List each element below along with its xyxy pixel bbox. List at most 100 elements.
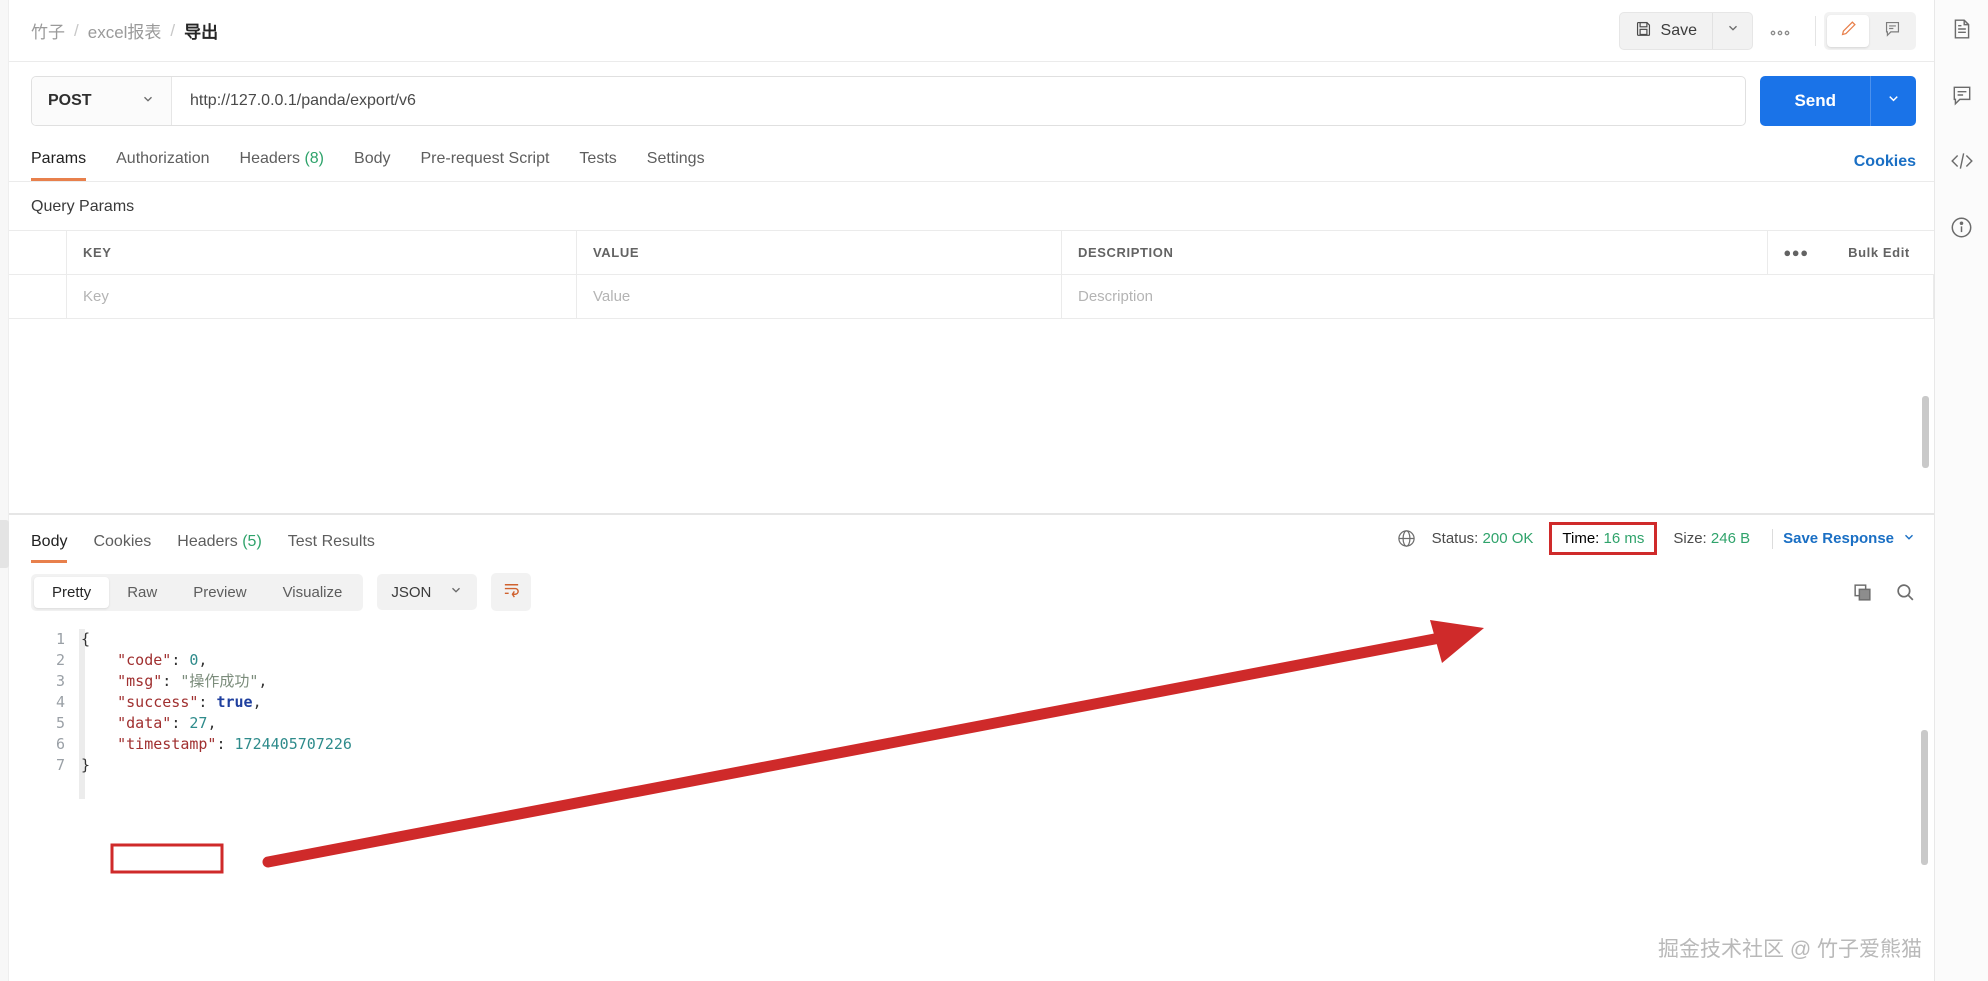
view-mode-raw[interactable]: Raw <box>109 577 175 608</box>
code-icon[interactable] <box>1947 146 1977 176</box>
tab-body-label: Body <box>354 150 391 167</box>
code-line-number: 1 <box>55 630 65 648</box>
tab-authorization[interactable]: Authorization <box>116 150 209 181</box>
comment-icon[interactable] <box>1947 80 1977 110</box>
document-icon[interactable] <box>1947 14 1977 44</box>
table-row-options-button[interactable]: ●●● <box>1768 231 1824 274</box>
table-header-key: KEY <box>67 231 577 274</box>
chevron-down-icon <box>1902 530 1916 548</box>
tab-settings[interactable]: Settings <box>647 150 705 181</box>
save-response-button[interactable]: Save Response <box>1783 530 1916 548</box>
save-button[interactable]: Save <box>1620 13 1712 49</box>
right-icon-rail <box>1934 0 1988 981</box>
edit-mode-button[interactable] <box>1827 14 1869 47</box>
tab-tests[interactable]: Tests <box>579 150 616 181</box>
sidebar-resize-grip[interactable] <box>0 520 9 568</box>
tab-pre-request-script[interactable]: Pre-request Script <box>420 150 549 181</box>
sidebar-collapse-handle[interactable] <box>0 0 9 981</box>
save-button-label: Save <box>1660 21 1697 39</box>
size-value: 246 B <box>1710 530 1751 547</box>
breadcrumb-item-collection[interactable]: excel报表 <box>88 18 162 43</box>
response-tab-headers-count: (5) <box>242 533 262 550</box>
ellipsis-icon <box>1770 21 1790 41</box>
search-icon[interactable] <box>1895 582 1916 603</box>
meta-divider <box>1772 528 1774 549</box>
more-options-button[interactable] <box>1753 12 1807 50</box>
response-tab-headers[interactable]: Headers (5) <box>177 533 262 563</box>
table-header-value: VALUE <box>577 231 1062 274</box>
comment-mode-button[interactable] <box>1871 15 1913 47</box>
send-button[interactable]: Send <box>1760 76 1870 126</box>
table-header-row: KEY VALUE DESCRIPTION ●●● Bulk Edit <box>9 231 1934 275</box>
row-value-input[interactable]: Value <box>577 275 1062 318</box>
page-scrollbar-thumb[interactable] <box>1922 396 1929 468</box>
time-label-text: Time: <box>1562 530 1600 547</box>
header-divider <box>1815 15 1816 46</box>
view-mode-pretty[interactable]: Pretty <box>34 576 110 608</box>
response-tab-cookies[interactable]: Cookies <box>93 533 151 563</box>
save-dropdown-button[interactable] <box>1712 12 1752 49</box>
code-line: } <box>81 756 91 774</box>
response-tab-headers-label: Headers <box>177 533 238 550</box>
code-lines: { "code": 0, "msg": "操作成功", "success": t… <box>81 629 1934 776</box>
breadcrumb-item-workspace[interactable]: 竹子 <box>31 18 65 43</box>
tab-params-label: Params <box>31 150 87 167</box>
table-row: Key Value Description <box>9 275 1934 319</box>
response-tab-test-results[interactable]: Test Results <box>288 533 375 563</box>
tab-authorization-label: Authorization <box>116 150 210 167</box>
response-tabs: Body Cookies Headers (5) Test Results St… <box>9 515 1934 563</box>
view-mode-visualize[interactable]: Visualize <box>265 577 361 608</box>
chevron-down-icon <box>449 583 463 601</box>
send-button-group: Send <box>1760 76 1916 126</box>
row-description-input[interactable]: Description <box>1062 275 1934 318</box>
code-line-number: 3 <box>55 672 65 690</box>
tab-headers-label: Headers <box>239 150 300 167</box>
globe-icon <box>1397 529 1420 548</box>
cookies-link[interactable]: Cookies <box>1854 153 1916 181</box>
status-label: Status: 200 OK <box>1420 530 1546 547</box>
view-toggle-group <box>1824 11 1916 50</box>
chevron-down-icon <box>1886 91 1901 111</box>
time-value: 16 ms <box>1603 530 1645 547</box>
send-dropdown-button[interactable] <box>1870 76 1916 126</box>
response-tab-body-label: Body <box>31 533 68 550</box>
code-line-number: 2 <box>55 651 65 669</box>
http-method-select[interactable]: POST <box>32 77 172 125</box>
save-button-group: Save <box>1618 11 1753 50</box>
tab-params[interactable]: Params <box>31 150 87 181</box>
row-checkbox[interactable] <box>9 275 67 318</box>
response-format-select[interactable]: JSON <box>377 574 478 610</box>
request-url-bar: POST http://127.0.0.1/panda/export/v6 Se… <box>9 62 1934 138</box>
request-tabs: Params Authorization Headers (8) Body Pr… <box>9 138 1934 182</box>
tab-tests-label: Tests <box>579 150 617 167</box>
request-url-input[interactable]: http://127.0.0.1/panda/export/v6 <box>172 77 1745 125</box>
http-method-value: POST <box>48 92 92 109</box>
view-mode-preview[interactable]: Preview <box>175 577 264 608</box>
response-tab-test-results-label: Test Results <box>287 533 375 550</box>
response-format-value: JSON <box>391 583 432 601</box>
wrap-lines-button[interactable] <box>491 573 532 611</box>
wrap-lines-icon <box>502 580 521 604</box>
tab-headers[interactable]: Headers (8) <box>240 150 325 181</box>
response-tab-cookies-label: Cookies <box>93 533 152 550</box>
copy-icon[interactable] <box>1852 582 1873 603</box>
status-label-text: Status: <box>1431 530 1479 547</box>
response-body-scrollbar-thumb[interactable] <box>1921 730 1928 865</box>
response-tab-body[interactable]: Body <box>31 533 68 563</box>
info-icon[interactable] <box>1947 212 1977 242</box>
bulk-edit-button[interactable]: Bulk Edit <box>1824 231 1934 274</box>
method-and-url: POST http://127.0.0.1/panda/export/v6 <box>31 76 1747 126</box>
code-line-number: 4 <box>55 693 65 711</box>
code-line-number: 5 <box>55 714 65 732</box>
tab-pre-request-script-label: Pre-request Script <box>420 150 550 167</box>
code-line: "timestamp": 1724405707226 <box>117 735 352 753</box>
response-view-mode-group: Pretty Raw Preview Visualize <box>31 573 364 611</box>
response-meta: Status: 200 OK Time: 16 ms Size: 246 B S… <box>1397 522 1916 563</box>
row-key-input[interactable]: Key <box>67 275 577 318</box>
status-value: 200 OK <box>1482 530 1534 547</box>
tab-settings-label: Settings <box>646 150 705 167</box>
tab-body[interactable]: Body <box>354 150 390 181</box>
chevron-down-icon <box>141 92 155 111</box>
response-body-viewer[interactable]: 1 2 3 4 5 6 7 { "code": 0, "msg": "操作成功", "suc… <box>9 623 1934 799</box>
response-view-toolbar: Pretty Raw Preview Visualize JSON <box>9 563 1934 623</box>
